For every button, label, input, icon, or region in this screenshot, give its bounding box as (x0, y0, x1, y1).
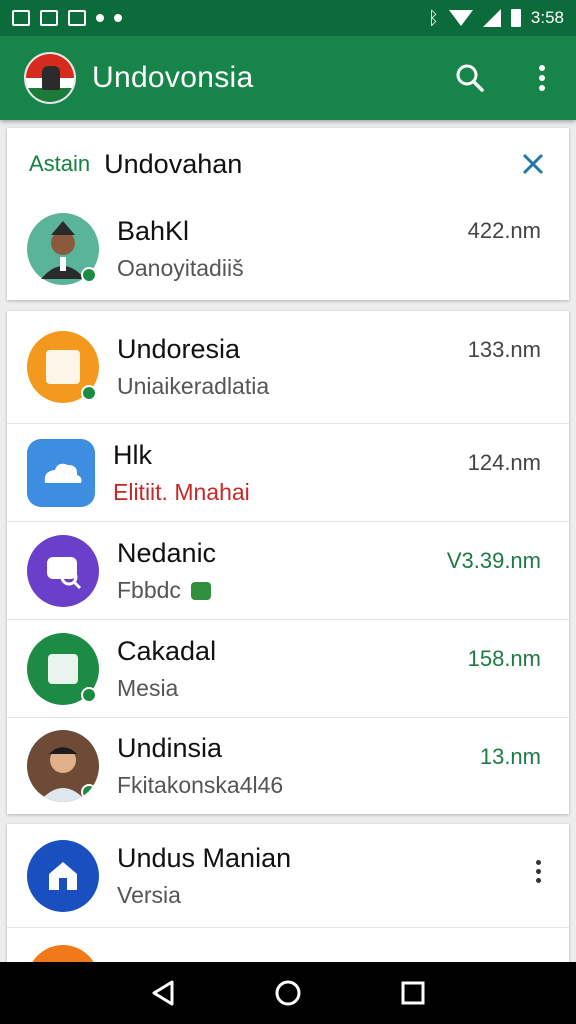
list-item-time: 124.nm (467, 450, 541, 475)
app-bar: Undovonsia (0, 36, 576, 120)
wifi-icon (448, 10, 473, 26)
list-item-title: Undus Manian (117, 842, 292, 873)
list-item-subtitle: Versia (117, 881, 181, 908)
list-item-time: V3.39.nm (446, 548, 541, 573)
header-title: Undovahan (104, 148, 243, 179)
more-vert-icon (539, 65, 545, 91)
notification-icons (12, 10, 122, 26)
list-item-subtitle: Uniaikeradlatia (117, 373, 270, 399)
header-label: Astain (29, 151, 91, 176)
item-more-button[interactable] (536, 860, 541, 883)
overflow-menu-button[interactable] (526, 62, 558, 94)
home-button[interactable] (272, 977, 304, 1009)
chat-list: Undoresia Uniaikeradlatia 133.nm Hlk Eli… (7, 311, 569, 814)
list-item-subtitle: Fkitakonska4l46 (117, 772, 284, 798)
list-item-subtitle-text: Fbbdc (117, 576, 181, 603)
list-item-time: 133.nm (467, 337, 541, 362)
back-button[interactable] (147, 977, 179, 1009)
notification-icon-k (40, 10, 58, 26)
search-icon (456, 64, 484, 92)
chat-search-icon (27, 534, 99, 607)
list-item-time: 158.nm (467, 646, 541, 671)
home-circle-icon (275, 980, 301, 1006)
sticker-icon (191, 582, 212, 601)
card-header: Astain Undovahan (7, 128, 569, 200)
bluetooth-icon: ᛒ (428, 7, 439, 28)
online-badge (81, 267, 97, 283)
list-item[interactable]: Nedanic Fbbdc V3.39.nm (7, 522, 569, 620)
avatar (27, 213, 99, 285)
contact-row[interactable]: BahKl Oanoyitadiiš 422.nm (7, 204, 569, 294)
contact-time: 422.nm (467, 218, 541, 243)
document-icon (27, 331, 99, 403)
status-bar: ᛒ 3:58 (0, 0, 576, 36)
contact-subtitle: Oanoyitadiiš (117, 255, 244, 281)
signal-icon (482, 9, 501, 27)
notification-dot-icon (96, 14, 104, 22)
verified-badge (81, 686, 97, 703)
list-item-time: 13.nm (479, 744, 541, 769)
verified-badge (81, 385, 97, 401)
navigation-bar (0, 962, 576, 1024)
list-item[interactable]: Undinsia Fkitakonska4l46 13.nm (7, 718, 569, 814)
list-item[interactable]: Cakadal Mesia 158.nm (7, 620, 569, 718)
home-icon (27, 839, 99, 912)
list-item-subtitle: Elitiit. Mnahai (113, 478, 250, 505)
list-item-subtitle: Mesia (117, 674, 179, 701)
status-time: 3:58 (530, 8, 564, 27)
cloud-icon (27, 438, 95, 507)
recents-button[interactable] (397, 977, 429, 1009)
list-item[interactable]: Hlk Elitiit. Mnahai 124.nm (7, 424, 569, 522)
battery-icon (510, 9, 521, 27)
header-card: Astain Undovahan BahKl Oanoyitadiiš 422.… (7, 128, 569, 300)
close-icon (522, 153, 544, 175)
close-button[interactable] (517, 148, 549, 180)
list-item[interactable]: Undus Manian Versia (7, 824, 569, 928)
avatar (27, 730, 99, 802)
list-item[interactable]: Undoresia Uniaikeradlatia 133.nm (7, 311, 569, 424)
recents-icon (401, 981, 425, 1005)
app-icon (27, 632, 99, 705)
app-title: Undovonsia (92, 61, 254, 94)
list-item-subtitle: Fbbdc (117, 577, 569, 604)
notification-shield-icon (114, 14, 122, 22)
notification-icon-a (12, 10, 30, 26)
back-icon (152, 980, 174, 1006)
app-logo (24, 52, 76, 104)
online-badge (81, 784, 97, 800)
search-button[interactable] (454, 62, 486, 94)
notification-icon-image (68, 10, 86, 26)
